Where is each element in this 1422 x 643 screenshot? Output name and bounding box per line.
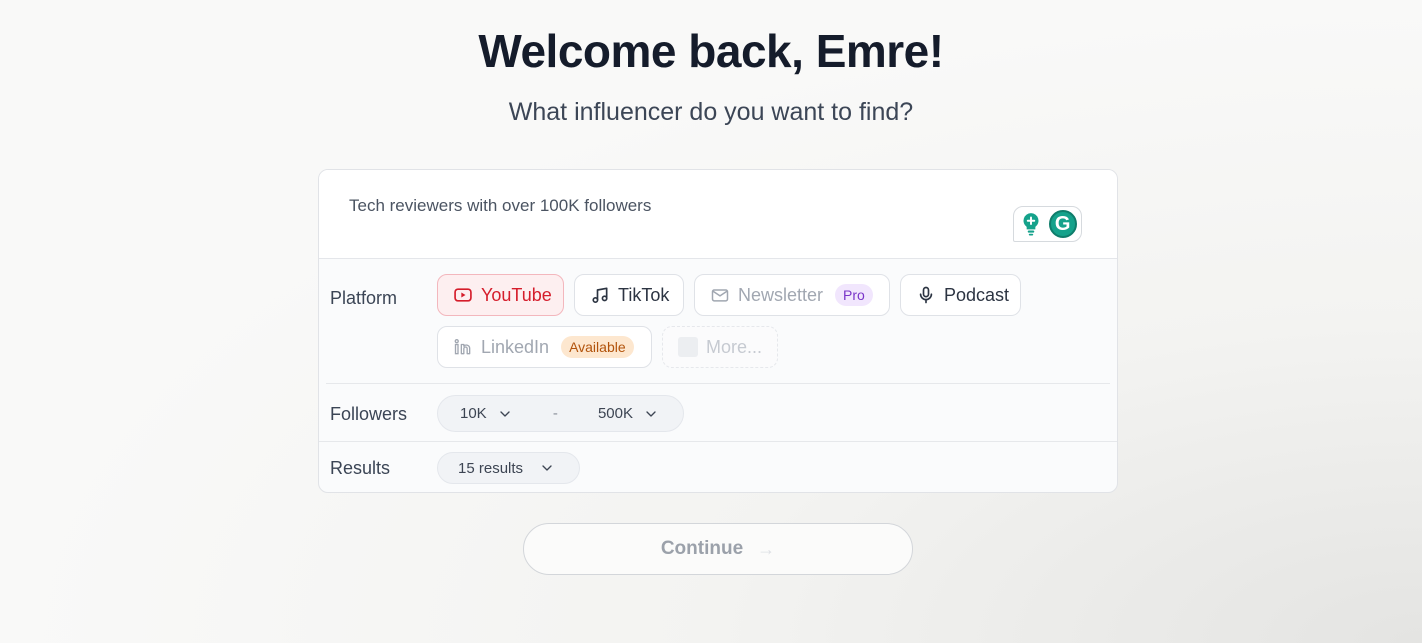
platform-chip-newsletter[interactable]: Newsletter Pro [694,274,890,316]
divider [326,383,1110,384]
youtube-icon [454,288,472,302]
divider [319,441,1117,442]
followers-range: 10K - 500K [437,395,684,432]
platform-chip-tiktok[interactable]: TikTok [574,274,684,316]
grammarly-widget[interactable]: G [1013,206,1082,242]
linkedin-icon [454,339,471,355]
platform-chip-linkedin-label: LinkedIn [481,336,550,357]
results-label: Results [330,458,391,478]
search-card: Tech reviewers with over 100K followers … [318,169,1118,493]
platform-chip-youtube-label: YouTube [481,284,552,305]
platform-chip-linkedin[interactable]: LinkedIn Available [437,326,652,368]
continue-button[interactable]: Continue → [523,523,913,575]
followers-label: Followers [330,404,408,424]
platform-chip-tiktok-label: TikTok [618,284,670,305]
platform-chip-more[interactable]: More... [662,326,778,368]
platform-label: Platform [330,288,398,308]
followers-max-select[interactable]: 500K [598,405,659,422]
chevron-down-icon [500,410,510,417]
mail-icon [711,289,729,302]
followers-max-value: 500K [597,405,633,422]
results-value: 15 results [458,459,524,477]
range-separator: - [552,405,558,422]
tiktok-icon [592,287,608,303]
platform-chip-newsletter-label: Newsletter [738,284,824,305]
more-checkbox[interactable] [678,337,698,357]
followers-min-value: 10K [460,405,487,422]
continue-label: Continue [660,538,744,559]
chevron-down-icon [646,410,656,417]
platform-chip-youtube[interactable]: YouTube [437,274,564,316]
query-input[interactable]: Tech reviewers with over 100K followers [349,196,651,216]
available-badge: Available [561,336,634,358]
pro-badge: Pro [835,284,873,306]
platform-chip-more-label: More... [705,336,762,357]
arrow-right-icon: → [757,538,776,559]
results-select[interactable]: 15 results [437,452,580,484]
followers-min-select[interactable]: 10K [460,405,513,422]
page-subtitle: What influencer do you want to find? [508,98,914,126]
query-input-area[interactable]: Tech reviewers with over 100K followers … [319,170,1117,259]
page-title: Welcome back, Emre! [478,25,944,77]
grammarly-icon[interactable]: G [1048,210,1077,238]
lightbulb-icon[interactable] [1018,211,1044,237]
microphone-icon [919,286,933,304]
platform-chip-podcast-label: Podcast [944,284,1010,305]
chevron-down-icon [542,465,552,471]
platform-chip-podcast[interactable]: Podcast [900,274,1021,316]
